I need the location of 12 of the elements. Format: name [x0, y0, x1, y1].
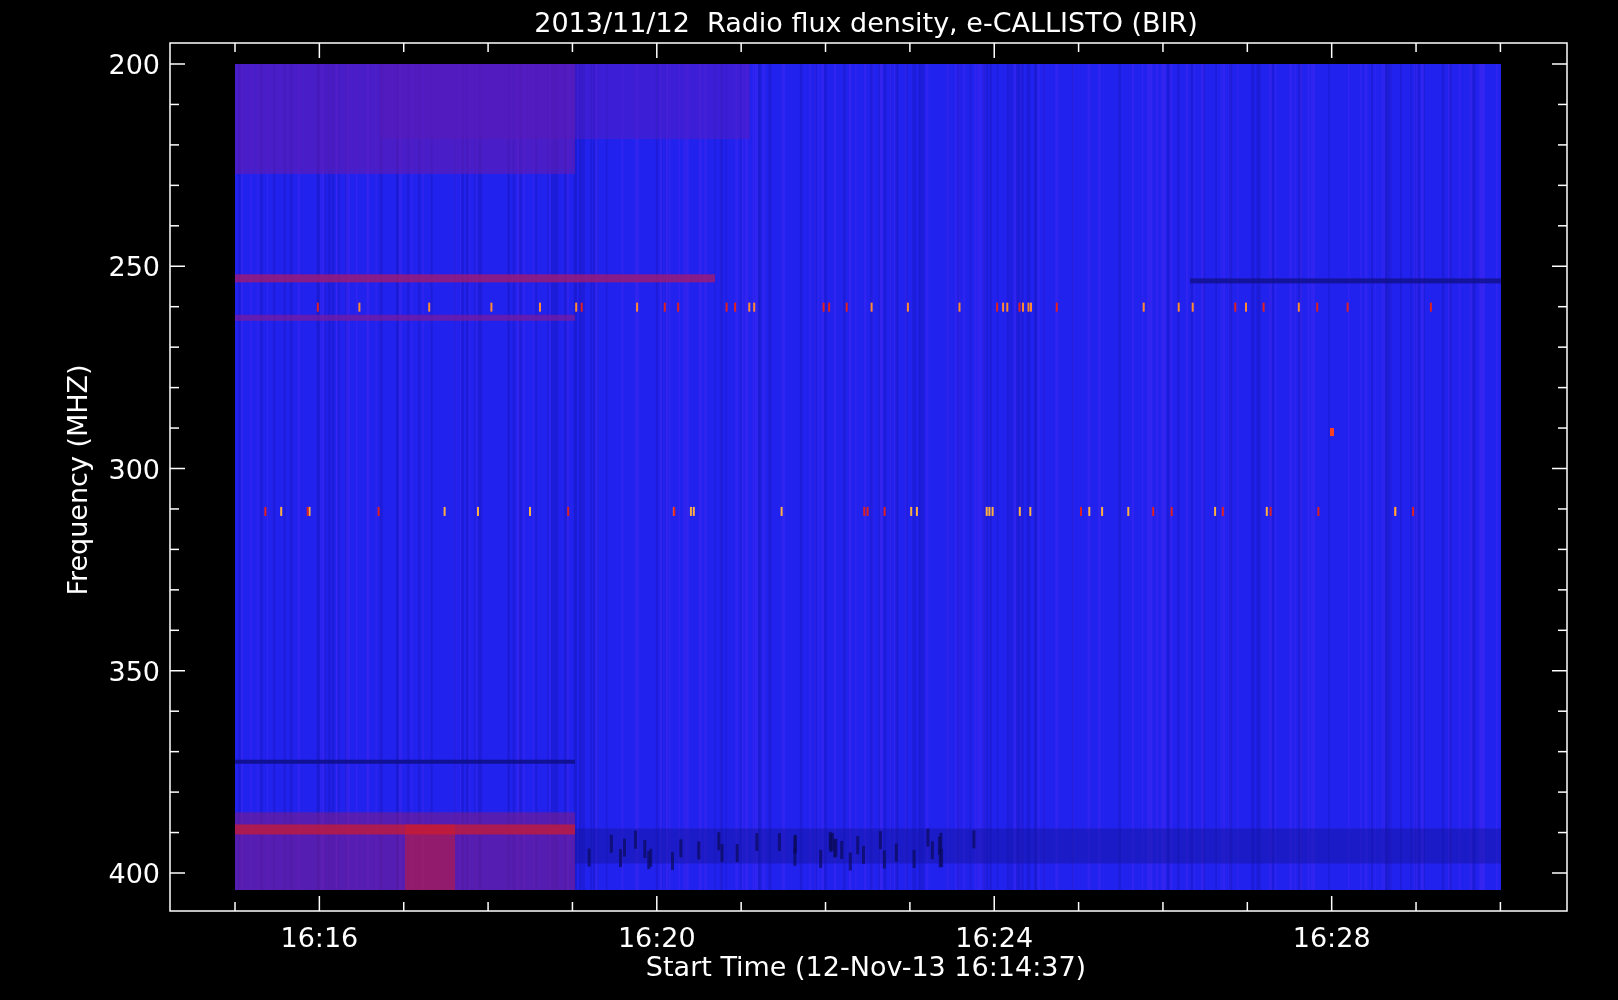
chart-title: 2013/11/12 Radio flux density, e-CALLISTO (BIR) [534, 7, 1198, 38]
axis-tick-label: 200 [108, 49, 160, 80]
axis-tick-label: 16:16 [280, 922, 359, 953]
axis-tick-label: 300 [108, 453, 160, 485]
axis-tick-label: 16:20 [617, 922, 696, 953]
axis-tick-label: 400 [108, 858, 160, 889]
axis-tick-label: 350 [108, 655, 160, 687]
axis-tick-label: 250 [108, 251, 160, 283]
axis-tick-label: 16:24 [955, 922, 1034, 953]
axis-title: Frequency (MHZ) [62, 364, 93, 596]
axis-title: Start Time (12-Nov-13 16:14:37) [645, 951, 1087, 982]
axis-tick-label: 16:28 [1292, 922, 1371, 953]
